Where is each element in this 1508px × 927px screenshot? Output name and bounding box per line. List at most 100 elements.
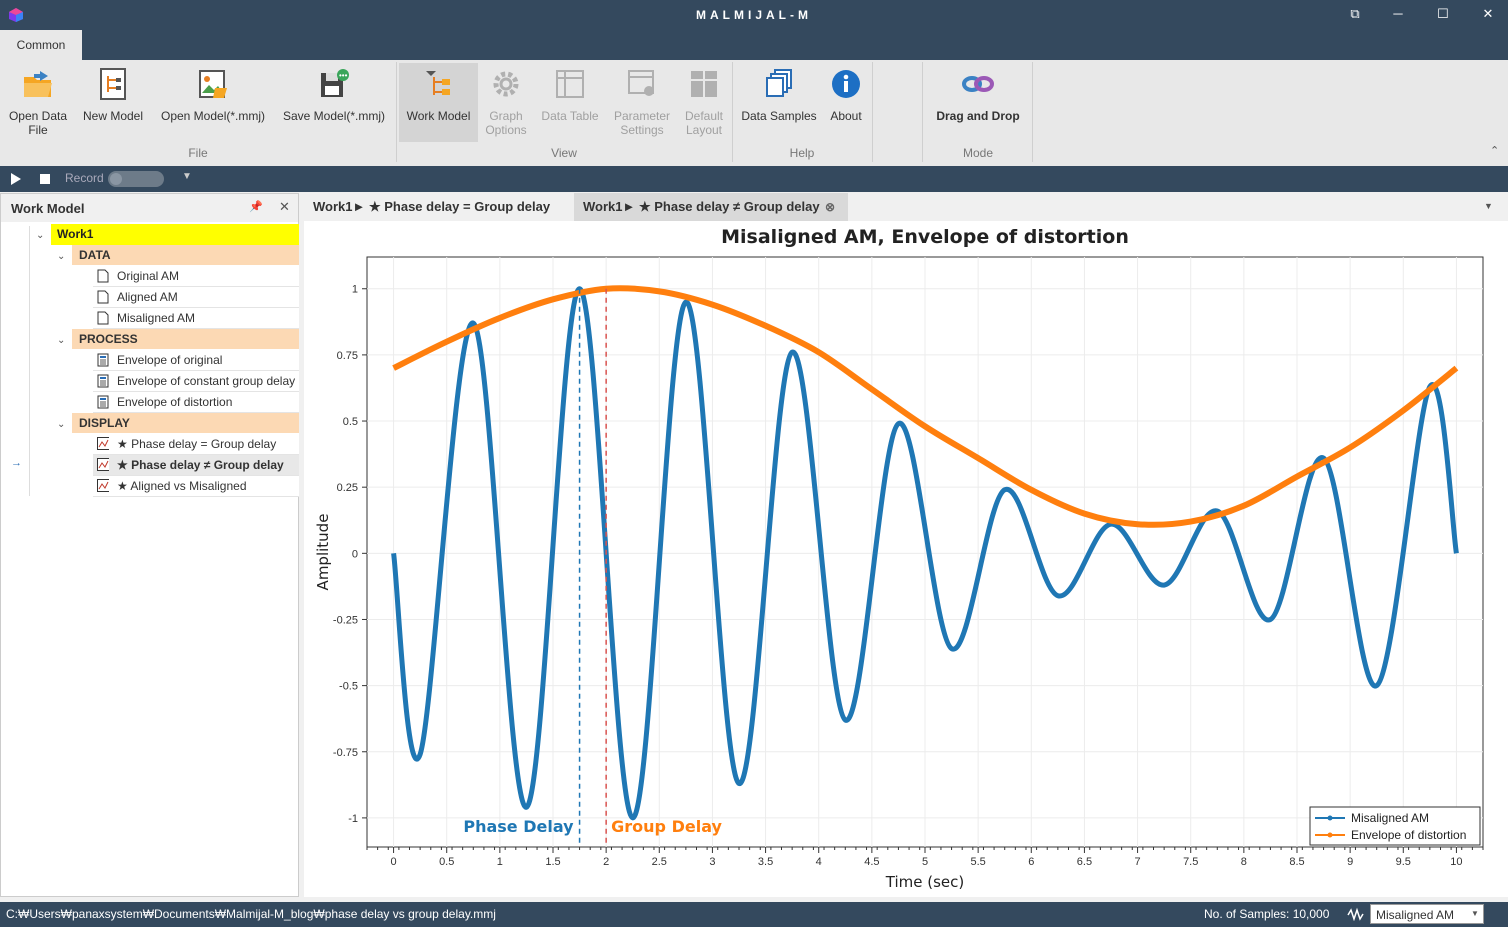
data-samples-button[interactable]: Data Samples [738, 63, 820, 123]
tree-item-label: Envelope of constant group delay [117, 374, 296, 388]
about-button[interactable]: About [824, 63, 868, 123]
document-icon [97, 311, 109, 325]
tab-phase-not-equal[interactable]: Work1► ★ Phase delay ≠ Group delay ⊗ [574, 193, 848, 221]
chevron-down-icon[interactable]: ⌄ [57, 335, 65, 346]
graph-options-button[interactable]: Graph Options [480, 63, 532, 137]
tab-label: Work1► ★ Phase delay = Group delay [313, 199, 551, 214]
tick-label-y: 0 [352, 548, 358, 560]
close-button[interactable]: ✕ [1478, 6, 1498, 24]
save-model-button[interactable]: ••• Save Model(*.mmj) [278, 63, 390, 123]
ribbon-tab-row: Common [0, 30, 1508, 60]
tree-category-data[interactable]: DATA [72, 245, 299, 266]
status-bar: C:₩Users₩panaxsystem₩Documents₩Malmijal-… [0, 902, 1508, 927]
chart: 0 0.5 1 1.5 2 2.5 3 3.5 4 4.5 5 5.5 6 6.5 7 7.5 8 8.5 9 9.5… [314, 226, 1484, 891]
close-panel-icon[interactable]: ✕ [279, 199, 290, 215]
open-data-label-2: File [28, 123, 48, 137]
panel-header: Work Model 📌 ✕ [1, 194, 298, 222]
panel-title: Work Model [11, 201, 85, 216]
tree-category-display[interactable]: DISPLAY [72, 413, 299, 434]
tab-label: Work1► ★ Phase delay ≠ Group delay [583, 199, 820, 214]
tick-label-x: 9 [1347, 856, 1353, 868]
tree-item[interactable]: Envelope of distortion [93, 392, 299, 413]
chart-panel: 0 0.5 1 1.5 2 2.5 3 3.5 4 4.5 5 5.5 6 6.5 7 7.5 8 8.5 9 9.5… [304, 221, 1508, 897]
tick-label-x: 7 [1135, 856, 1141, 868]
tree-item[interactable]: Misaligned AM [93, 308, 299, 329]
tick-label-y: -1 [348, 813, 358, 825]
collapse-ribbon-icon[interactable]: ⌃ [1490, 144, 1499, 157]
work-model-panel: Work Model 📌 ✕ ⌄ Work1 ⌄ DATA Original A… [0, 193, 299, 897]
tree-item[interactable]: ★ Phase delay = Group delay [93, 434, 299, 455]
parameter-settings-button[interactable]: Parameter Settings [608, 63, 676, 137]
drag-and-drop-button[interactable]: Drag and Drop [926, 63, 1030, 123]
close-tab-icon[interactable]: ⊗ [825, 193, 835, 221]
record-dropdown-icon[interactable]: ▼ [182, 171, 192, 182]
document-icon [97, 290, 109, 304]
restore-layout-icon[interactable]: ⧉ [1345, 6, 1365, 24]
series-select[interactable]: Misaligned AM ▼ [1370, 904, 1484, 924]
chevron-down-icon[interactable]: ⌄ [57, 419, 65, 430]
gear-icon [489, 67, 523, 101]
tick-label-x: 1.5 [545, 856, 560, 868]
pin-icon[interactable]: 📌 [249, 200, 263, 213]
table-icon [553, 67, 587, 101]
tab-common[interactable]: Common [0, 30, 82, 60]
tree-category-process[interactable]: PROCESS [72, 329, 299, 350]
play-icon[interactable] [10, 172, 22, 186]
tree-item[interactable]: ★ Aligned vs Misaligned [93, 476, 299, 497]
waveform-icon [1347, 907, 1364, 921]
folder-open-icon [21, 67, 55, 101]
default-layout-label-1: Default [684, 109, 724, 123]
drag-drop-label: Drag and Drop [936, 109, 1020, 123]
tick-label-x: 10 [1450, 856, 1462, 868]
tick-label-x: 9.5 [1396, 856, 1411, 868]
tabs-dropdown-icon[interactable]: ▼ [1484, 201, 1493, 211]
tick-label-x: 4.5 [864, 856, 879, 868]
tick-label-y: 0.5 [343, 416, 358, 428]
record-toggle[interactable] [108, 171, 164, 187]
app-title: MALMIJAL-M [696, 8, 812, 22]
default-layout-button[interactable]: Default Layout [678, 63, 730, 137]
tree-item-label: Aligned AM [117, 290, 178, 304]
tab-phase-equal[interactable]: Work1► ★ Phase delay = Group delay [304, 193, 572, 221]
file-path: C:₩Users₩panaxsystem₩Documents₩Malmijal-… [6, 907, 496, 921]
new-model-button[interactable]: New Model [78, 63, 148, 123]
calculator-icon [97, 395, 109, 409]
tree-item-label: Original AM [117, 269, 180, 283]
data-table-label: Data Table [541, 109, 599, 123]
chevron-down-icon[interactable]: ⌄ [57, 251, 65, 262]
minimize-button[interactable]: ─ [1388, 6, 1408, 24]
tick-label-x: 8.5 [1289, 856, 1304, 868]
open-model-button[interactable]: Open Model(*.mmj) [154, 63, 272, 123]
group-label-file: File [188, 146, 208, 160]
info-icon [829, 67, 863, 101]
tree-root[interactable]: Work1 [51, 224, 299, 245]
tick-label-y: -0.5 [339, 681, 358, 693]
open-data-file-button[interactable]: Open Data File [4, 63, 72, 137]
chevron-down-icon[interactable]: ⌄ [36, 230, 44, 241]
chevron-down-icon: ▼ [1471, 909, 1479, 918]
data-table-button[interactable]: Data Table [536, 63, 604, 123]
tree-item-selected[interactable]: ★ Phase delay ≠ Group delay [93, 455, 299, 476]
tree-item[interactable]: Original AM [93, 266, 299, 287]
svg-text:•••: ••• [339, 71, 348, 80]
layout-icon [687, 67, 721, 101]
about-label: About [830, 109, 862, 123]
current-arrow-icon: → [11, 457, 22, 469]
tree-item[interactable]: Envelope of original [93, 350, 299, 371]
tree-item[interactable]: Aligned AM [93, 287, 299, 308]
group-delay-annotation: Group Delay [611, 817, 722, 836]
graph-options-label-1: Graph [489, 109, 523, 123]
work-model-button[interactable]: Work Model [399, 63, 478, 142]
tick-label-x: 6 [1028, 856, 1034, 868]
tick-label-x: 1 [497, 856, 503, 868]
stop-icon[interactable] [40, 174, 50, 184]
tick-label-x: 2 [603, 856, 609, 868]
stacked-pages-icon [762, 67, 796, 101]
tree-item[interactable]: Envelope of constant group delay [93, 371, 299, 392]
tick-label-y: -0.75 [333, 747, 358, 759]
maximize-button[interactable]: ☐ [1433, 6, 1453, 24]
tick-label-x: 0 [391, 856, 397, 868]
tick-label-x: 2.5 [652, 856, 667, 868]
record-label: Record [65, 171, 104, 185]
save-model-icon: ••• [317, 67, 351, 101]
